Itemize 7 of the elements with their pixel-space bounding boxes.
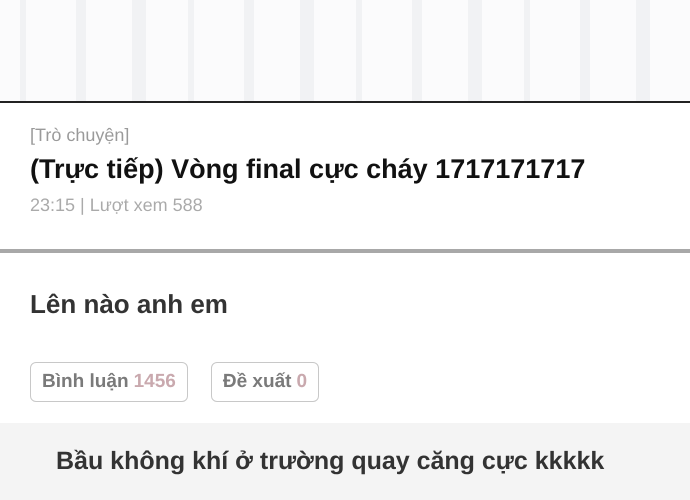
category-label: [Trò chuyện] <box>30 125 130 146</box>
action-button[interactable]: Bình luận 1456 <box>30 362 188 402</box>
article-title: (Trực tiếp) Vòng final cực cháy 1717171717 <box>30 154 586 185</box>
post-text: Lên nào anh em <box>30 289 229 320</box>
comment-text: Bầu không khí ở trường quay căng cực kkkkk <box>56 447 604 475</box>
action-button[interactable]: Đề xuất 0 <box>210 362 320 402</box>
article-meta: 23:15 | Lượt xem 588 <box>30 195 204 216</box>
